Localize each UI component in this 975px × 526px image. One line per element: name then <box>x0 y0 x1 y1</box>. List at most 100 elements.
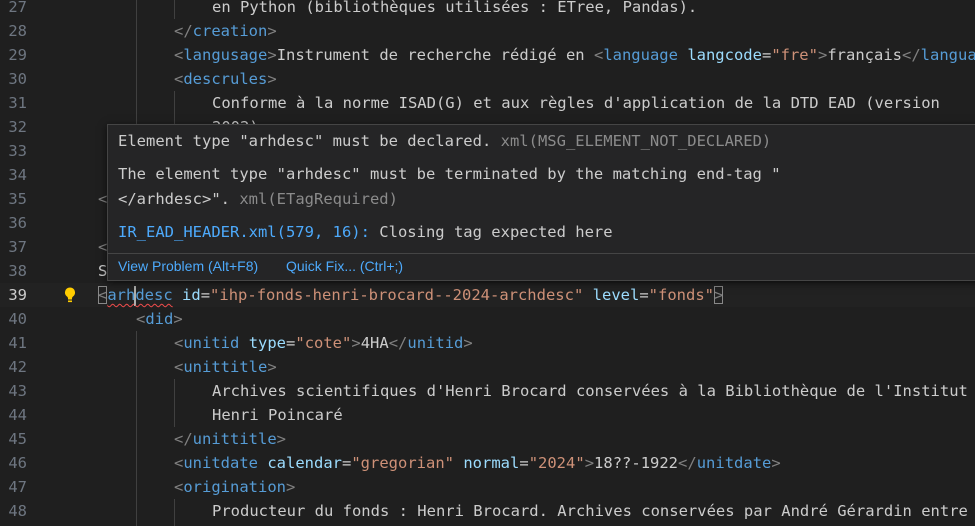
indent-guide <box>136 379 137 403</box>
code-token: > <box>584 454 595 472</box>
code-token: "2024" <box>528 454 585 472</box>
code-token: = <box>519 454 529 472</box>
code-text[interactable]: <langusage>Instrument de recherche rédig… <box>174 43 975 67</box>
code-text[interactable]: <unitdate calendar="gregorian" normal="2… <box>174 451 781 475</box>
code-text[interactable]: <did> <box>136 307 183 331</box>
close-bracket: > <box>714 286 724 304</box>
hover-actions-bar: View Problem (Alt+F8) Quick Fix... (Ctrl… <box>108 254 975 280</box>
code-token: > <box>267 22 277 40</box>
quick-fix-button[interactable]: Quick Fix... (Ctrl+;) <box>286 258 403 274</box>
code-token: unitdate <box>183 454 258 472</box>
code-token: < <box>174 478 184 496</box>
hover-message-2-text: </arhdesc>". <box>118 190 230 208</box>
code-text[interactable]: <descrules> <box>174 67 277 91</box>
code-token: </ <box>174 430 193 448</box>
editor-line[interactable]: 30 <descrules> <box>0 67 975 91</box>
indent-guide <box>136 0 137 19</box>
indent-guide <box>136 19 137 43</box>
related-location-link[interactable]: IR_EAD_HEADER.xml(579, 16): <box>118 223 370 241</box>
code-text[interactable]: Conforme à la norme ISAD(G) et aux règle… <box>212 91 940 115</box>
editor-line[interactable]: 46 <unitdate calendar="gregorian" normal=… <box>0 451 975 475</box>
code-token: < <box>174 334 184 352</box>
code-text[interactable]: </creation> <box>174 19 277 43</box>
indent-guide <box>174 403 175 427</box>
misspelled-tag-name[interactable]: arhdesc <box>107 285 173 306</box>
editor-line[interactable]: 42 <unittitle> <box>0 355 975 379</box>
editor-line[interactable]: 29 <langusage>Instrument de recherche réd… <box>0 43 975 67</box>
code-token: S <box>98 262 108 280</box>
indent-guide <box>136 331 137 355</box>
indent-guide <box>136 475 137 499</box>
code-token: "cote" <box>295 334 352 352</box>
line-number: 46 <box>8 454 27 472</box>
line-number: 38 <box>8 262 27 280</box>
code-text[interactable]: Producteur du fonds : Henri Brocard. Arc… <box>212 499 968 523</box>
code-token: > <box>276 430 287 448</box>
editor-line[interactable]: 27 en Python (bibliothèques utilisées : E… <box>0 0 975 19</box>
code-token: Archives scientifiques d'Henri Brocard c… <box>212 382 968 400</box>
code-line-39[interactable]: <arhdesc id="ihp-fonds-henri-brocard--20… <box>98 283 724 307</box>
hover-message-1-code: xml(MSG_ELEMENT_NOT_DECLARED) <box>500 132 772 150</box>
code-token: origination <box>183 478 286 496</box>
line-number: 30 <box>8 70 27 88</box>
editor-line[interactable]: 40 <did> <box>0 307 975 331</box>
code-text[interactable]: en Python (bibliothèques utilisées : ETr… <box>212 0 697 19</box>
line-number: 31 <box>8 94 27 112</box>
indent-guide <box>136 91 137 115</box>
code-text[interactable]: < <box>98 235 107 259</box>
view-problem-button[interactable]: View Problem (Alt+F8) <box>118 258 258 274</box>
code-token: en Python (bibliothèques utilisées : ETr… <box>212 0 698 16</box>
line-number: 48 <box>8 502 27 520</box>
line-number: 44 <box>8 406 27 424</box>
code-text[interactable]: <origination> <box>174 475 295 499</box>
code-token: "gregorian" <box>351 454 454 472</box>
indent-guide <box>174 499 175 523</box>
editor-line[interactable]: 47 <origination> <box>0 475 975 499</box>
code-token: < <box>98 238 108 256</box>
editor-line[interactable]: 44 Henri Poincaré <box>0 403 975 427</box>
line-number: 29 <box>8 46 27 64</box>
code-text[interactable]: S <box>98 259 107 283</box>
indent-guide <box>136 43 137 67</box>
attr-id-value: "ihp-fonds-henri-brocard--2024-archdesc" <box>210 286 584 304</box>
indent-guide <box>136 403 137 427</box>
code-text[interactable]: < <box>98 187 107 211</box>
code-token: did <box>145 310 174 328</box>
code-text[interactable]: Henri Poincaré <box>212 403 343 427</box>
code-token: < <box>593 46 604 64</box>
code-token: Producteur du fonds : Henri Brocard. Arc… <box>212 502 968 520</box>
code-text[interactable]: <unitid type="cote">4HA</unitid> <box>174 331 473 355</box>
code-token: < <box>174 70 184 88</box>
code-token: < <box>98 190 108 208</box>
diagnostic-hover: Element type "arhdesc" must be declared.… <box>107 124 975 281</box>
code-token: > <box>267 70 277 88</box>
code-token: unittitle <box>183 358 268 376</box>
editor-line[interactable]: 48 Producteur du fonds : Henri Brocard. A… <box>0 499 975 523</box>
code-token: </ <box>678 454 697 472</box>
code-token: </ <box>174 22 193 40</box>
line-number: 27 <box>8 0 27 16</box>
hover-related-info: IR_EAD_HEADER.xml(579, 16): Closing tag … <box>118 220 613 244</box>
line-number: 45 <box>8 430 27 448</box>
editor-line[interactable]: 28 </creation> <box>0 19 975 43</box>
editor-line[interactable]: 31 Conforme à la norme ISAD(G) et aux règ… <box>0 91 975 115</box>
code-token: type <box>248 334 287 352</box>
code-token: > <box>463 334 473 352</box>
code-token: "fre" <box>771 46 818 64</box>
code-token: 4HA <box>360 334 389 352</box>
editor-line[interactable]: 43 Archives scientifiques d'Henri Brocard… <box>0 379 975 403</box>
code-text[interactable]: </unittitle> <box>174 427 286 451</box>
line-number: 34 <box>8 166 27 184</box>
line-number: 40 <box>8 310 27 328</box>
code-text[interactable]: Archives scientifiques d'Henri Brocard c… <box>212 379 968 403</box>
code-token: > <box>267 358 277 376</box>
line-number: 36 <box>8 214 27 232</box>
code-text[interactable]: <unittitle> <box>174 355 277 379</box>
editor-line[interactable]: 41 <unitid type="cote">4HA</unitid> <box>0 331 975 355</box>
editor-line[interactable]: 45 </unittitle> <box>0 427 975 451</box>
code-token: unittitle <box>192 430 277 448</box>
indent-guide <box>136 427 137 451</box>
editor-line[interactable]: 39 <arhdesc id="ihp-fonds-henri-brocard-… <box>0 283 975 307</box>
lightbulb-icon[interactable] <box>62 286 78 304</box>
